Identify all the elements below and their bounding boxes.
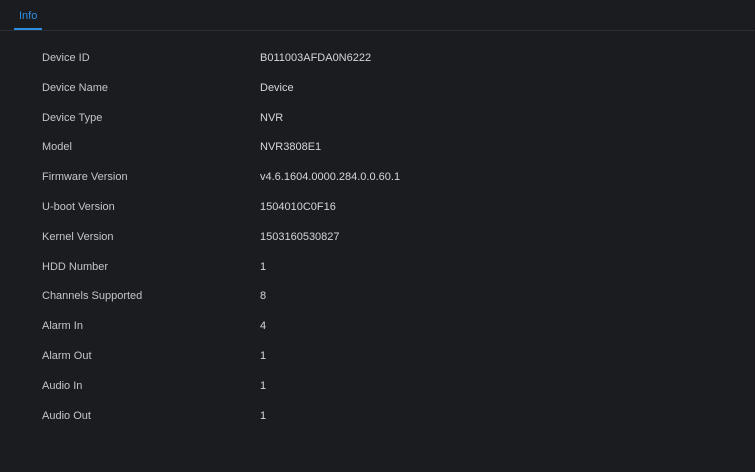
info-label: Alarm In (42, 320, 83, 333)
info-label: Device Type (42, 111, 103, 124)
info-row-device-type: Device Type NVR (0, 104, 755, 134)
info-label: U-boot Version (42, 200, 115, 213)
info-value: 1504010C0F16 (260, 200, 336, 213)
info-row-channels-supported: Channels Supported 8 (0, 282, 755, 312)
info-value: 1 (260, 409, 267, 422)
info-value: 1 (260, 260, 267, 273)
info-value: v4.6.1604.0000.284.0.0.60.1 (260, 171, 401, 184)
device-info-list: Device ID B011003AFDA0N6222 Device Name … (0, 44, 755, 431)
info-row-audio-in: Audio In 1 (0, 372, 755, 402)
info-value: 1503160530827 (260, 230, 340, 243)
info-label: Alarm Out (42, 349, 92, 362)
info-panel: Info Device ID B011003AFDA0N6222 Device … (0, 0, 755, 472)
info-value: 1 (260, 379, 267, 392)
info-row-hdd-number: HDD Number 1 (0, 253, 755, 283)
info-label: Firmware Version (42, 171, 128, 184)
info-row-alarm-out: Alarm Out 1 (0, 342, 755, 372)
info-value: 1 (260, 349, 267, 362)
info-row-kernel-version: Kernel Version 1503160530827 (0, 223, 755, 253)
info-label: Audio In (42, 379, 83, 392)
info-row-model: Model NVR3808E1 (0, 133, 755, 163)
info-label: Channels Supported (42, 290, 143, 303)
info-row-firmware-version: Firmware Version v4.6.1604.0000.284.0.0.… (0, 163, 755, 193)
info-label: Device ID (42, 52, 90, 64)
info-row-device-id: Device ID B011003AFDA0N6222 (0, 44, 755, 74)
info-row-uboot-version: U-boot Version 1504010C0F16 (0, 193, 755, 223)
info-row-device-name: Device Name Device (0, 74, 755, 104)
info-value: 4 (260, 320, 267, 333)
info-value: NVR3808E1 (260, 141, 322, 154)
info-value: B011003AFDA0N6222 (260, 52, 372, 64)
tab-bar: Info (0, 0, 755, 31)
info-label: Model (42, 141, 72, 154)
info-row-alarm-in: Alarm In 4 (0, 312, 755, 342)
tab-active-indicator (14, 28, 42, 30)
info-label: Kernel Version (42, 230, 114, 243)
info-value: NVR (260, 111, 284, 124)
info-label: Device Name (42, 81, 109, 94)
info-label: Audio Out (42, 409, 91, 422)
info-value: 8 (260, 290, 267, 303)
info-row-audio-out: Audio Out 1 (0, 402, 755, 432)
info-value: Device (260, 81, 294, 94)
tab-info[interactable]: Info (19, 10, 37, 30)
info-label: HDD Number (42, 260, 109, 273)
